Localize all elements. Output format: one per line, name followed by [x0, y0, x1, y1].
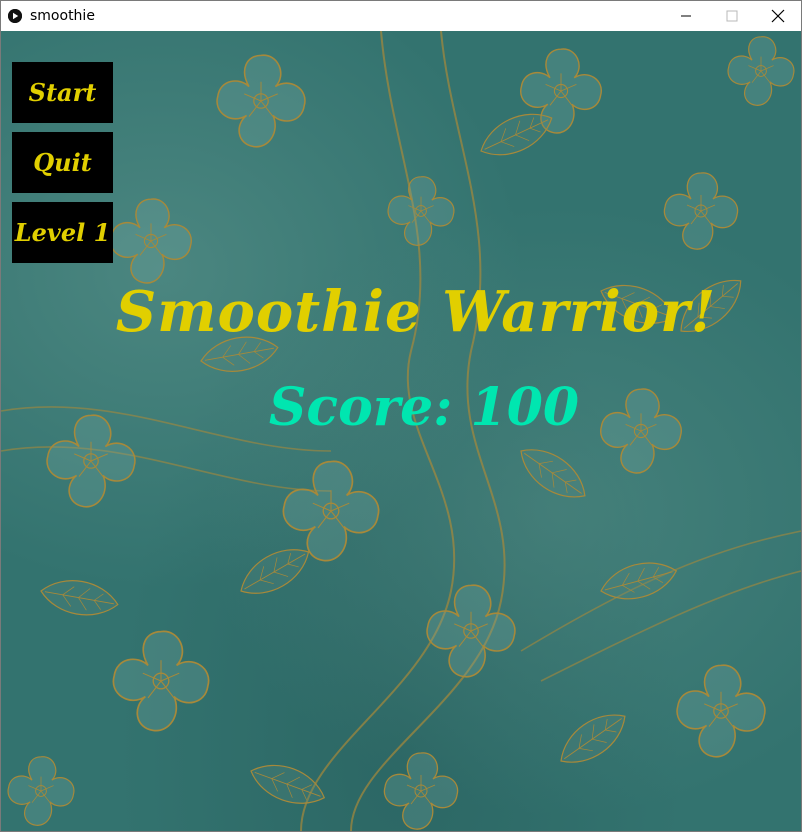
app-window: smoothie Start Quit Level 1 Smoothie War…	[0, 0, 802, 832]
window-controls	[663, 1, 801, 31]
quit-button[interactable]: Quit	[12, 132, 113, 193]
app-play-icon	[8, 9, 22, 23]
minimize-icon	[681, 15, 691, 17]
maximize-icon	[726, 10, 738, 22]
game-canvas[interactable]: Start Quit Level 1 Smoothie Warrior! Sco…	[1, 31, 801, 831]
maximize-button[interactable]	[709, 1, 755, 31]
close-icon	[771, 9, 785, 23]
minimize-button[interactable]	[663, 1, 709, 31]
game-title: Smoothie Warrior!	[115, 279, 717, 345]
score-display: Score: 100	[268, 377, 580, 438]
level-button[interactable]: Level 1	[12, 202, 113, 263]
close-button[interactable]	[755, 1, 801, 31]
title-bar: smoothie	[1, 1, 801, 31]
start-button[interactable]: Start	[12, 62, 113, 123]
window-title: smoothie	[30, 8, 95, 24]
